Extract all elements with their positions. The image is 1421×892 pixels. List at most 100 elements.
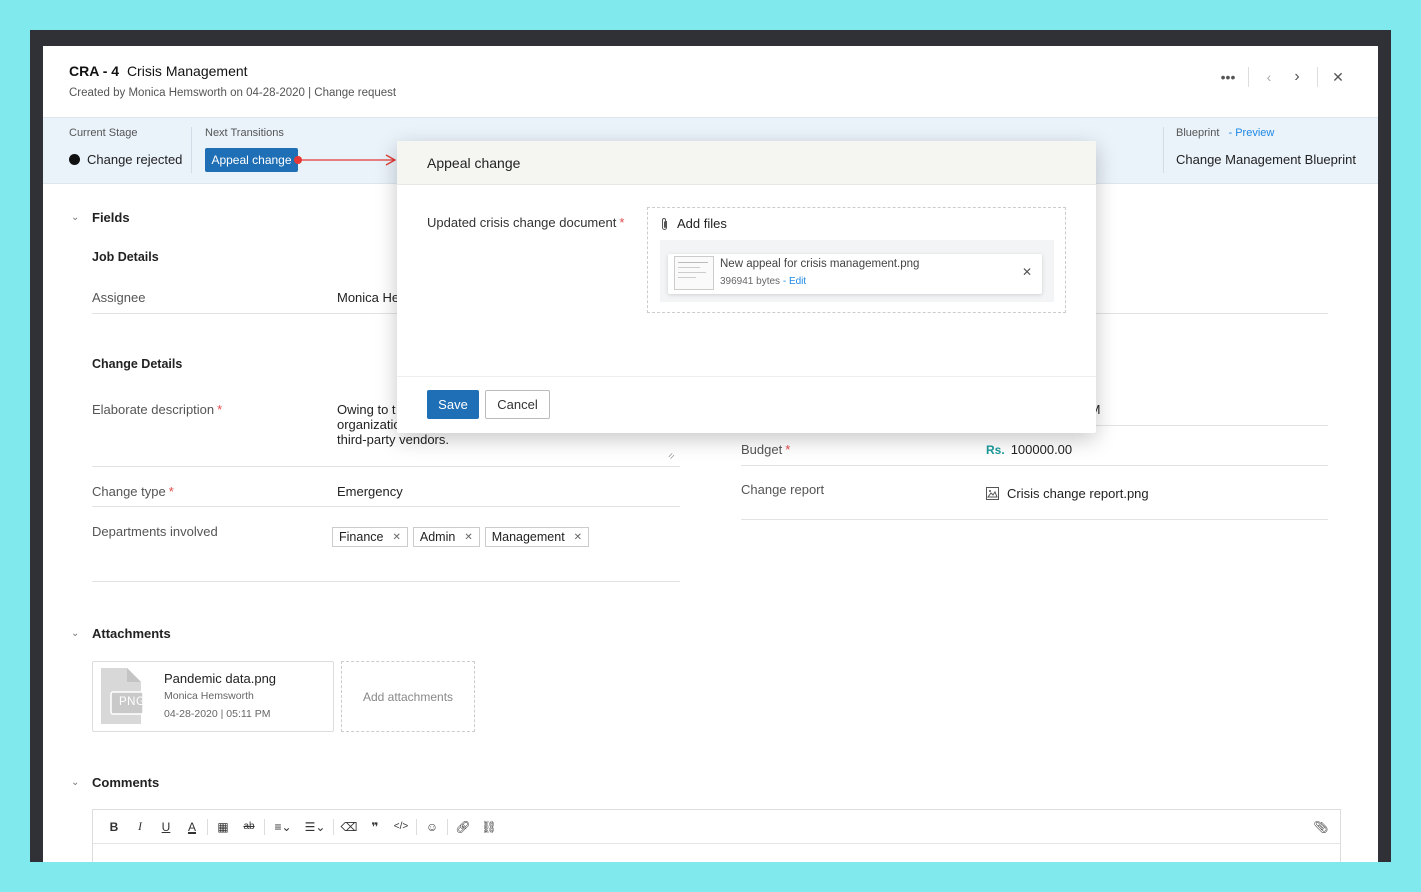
comment-editor[interactable]: B I U A ▦ ab ≡⌄ ☰⌄ ⌫ ❞ </> ☺ 🔗︎ ⛓︎ 📎︎: [92, 809, 1341, 862]
record-id: CRA - 4: [69, 63, 120, 79]
budget-value[interactable]: Rs. 100000.00: [986, 442, 1072, 457]
code-icon[interactable]: </>: [388, 814, 414, 840]
required-marker: *: [217, 402, 223, 417]
attachment-card[interactable]: PNG Pandemic data.png Monica Hemsworth 0…: [92, 661, 334, 732]
unlink-icon[interactable]: ⛓︎: [476, 814, 502, 840]
departments-tags: Finance ✕ Admin ✕ Management ✕: [332, 527, 590, 547]
add-attachments-button[interactable]: Add attachments: [341, 661, 475, 732]
uploaded-file-card[interactable]: New appeal for crisis management.png 396…: [668, 254, 1042, 294]
attach-icon[interactable]: 📎︎: [1308, 814, 1334, 840]
preview-link[interactable]: - Preview: [1228, 127, 1274, 139]
annotation-arrow: [294, 154, 397, 166]
table-icon[interactable]: ▦: [210, 814, 236, 840]
modal-header: Appeal change: [397, 141, 1096, 185]
assignee-label: Assignee: [92, 290, 146, 305]
required-marker: *: [168, 484, 174, 499]
description-label-text: Elaborate description: [92, 402, 215, 417]
document-field-label: Updated crisis change document *: [427, 215, 624, 230]
department-tag: Finance ✕: [332, 527, 408, 547]
bold-icon[interactable]: B: [101, 814, 127, 840]
divider: [92, 466, 680, 467]
underline-icon[interactable]: U: [153, 814, 179, 840]
comments-section-title: Comments: [92, 775, 160, 790]
image-file-icon: [986, 487, 999, 500]
change-report-name: Crisis change report.png: [1007, 486, 1149, 501]
font-color-icon[interactable]: A: [179, 814, 205, 840]
current-stage-text: Change rejected: [87, 152, 183, 167]
blueprint-label: Blueprint: [1176, 127, 1220, 139]
align-icon[interactable]: ≡⌄: [267, 814, 299, 840]
attachments-section-title: Attachments: [92, 626, 171, 641]
change-details-title: Change Details: [92, 357, 183, 371]
resize-handle-icon[interactable]: =: [666, 451, 678, 463]
attachment-date-text: 04-28-2020: [164, 708, 218, 720]
remove-tag-icon[interactable]: ✕: [574, 532, 582, 543]
file-drop-zone[interactable]: Add files New appeal for crisis manageme…: [647, 207, 1066, 313]
next-transitions-label: Next Transitions: [205, 127, 284, 139]
budget-amount: 100000.00: [1010, 442, 1073, 457]
list-icon[interactable]: ☰⌄: [299, 814, 331, 840]
close-icon[interactable]: ✕: [1324, 66, 1352, 88]
current-stage-label: Current Stage: [69, 127, 138, 139]
fields-section-title: Fields: [92, 210, 130, 225]
collapse-comments-icon[interactable]: ⌄: [71, 777, 79, 788]
blueprint-label-row: Blueprint - Preview: [1176, 127, 1274, 139]
stage-dot-icon: [69, 154, 80, 165]
attachment-name: Pandemic data.png: [164, 671, 277, 686]
uploaded-file-size: 396941 bytes: [720, 276, 781, 287]
description-line: third-party vendors.: [337, 432, 449, 447]
created-by-name[interactable]: Monica Hemsworth: [128, 87, 226, 99]
created-by-label: Created by: [69, 87, 126, 99]
cancel-button[interactable]: Cancel: [485, 390, 550, 419]
link-icon[interactable]: 🔗︎: [450, 814, 476, 840]
divider: [92, 506, 680, 507]
italic-icon[interactable]: I: [127, 814, 153, 840]
divider: [447, 818, 448, 835]
divider: [207, 818, 208, 835]
next-record-icon[interactable]: ›: [1283, 66, 1311, 88]
quote-icon[interactable]: ❞: [362, 814, 388, 840]
strikethrough-icon[interactable]: ab: [236, 814, 262, 840]
collapse-attachments-icon[interactable]: ⌄: [71, 628, 79, 639]
divider: [264, 818, 265, 835]
record-title: Crisis Management: [126, 63, 248, 79]
required-marker: *: [619, 215, 625, 230]
departments-label: Departments involved: [92, 524, 218, 539]
editor-toolbar: B I U A ▦ ab ≡⌄ ☰⌄ ⌫ ❞ </> ☺ 🔗︎ ⛓︎ 📎︎: [93, 810, 1340, 844]
remove-tag-icon[interactable]: ✕: [392, 532, 400, 543]
emoji-icon[interactable]: ☺: [419, 814, 445, 840]
modal-title: Appeal change: [427, 154, 521, 171]
record-meta: Created by Monica Hemsworth on 04-28-202…: [69, 87, 396, 99]
change-report-label: Change report: [741, 482, 825, 497]
change-type-value[interactable]: Emergency: [337, 484, 403, 499]
remove-file-icon[interactable]: ✕: [1022, 265, 1032, 279]
current-stage-value: Change rejected: [69, 152, 182, 167]
divider: [1163, 127, 1164, 173]
eraser-icon[interactable]: ⌫: [336, 814, 362, 840]
appeal-change-button[interactable]: Appeal change: [205, 148, 298, 172]
previous-record-icon[interactable]: ‹: [1255, 66, 1283, 88]
paperclip-icon: [662, 217, 667, 230]
divider: [741, 465, 1328, 466]
uploaded-file-name: New appeal for crisis management.png: [720, 258, 920, 270]
edit-file-link[interactable]: - Edit: [783, 276, 806, 287]
file-type-label: PNG: [119, 696, 146, 708]
record-type: | Change request: [308, 87, 397, 99]
tag-label: Admin: [419, 530, 456, 544]
add-files-button[interactable]: Add files: [660, 216, 727, 231]
change-report-file[interactable]: Crisis change report.png: [986, 486, 1149, 501]
collapse-fields-icon[interactable]: ⌄: [71, 212, 79, 223]
tag-label: Finance: [339, 530, 384, 544]
change-type-label-text: Change type: [92, 484, 166, 499]
divider: [333, 818, 334, 835]
more-options-icon[interactable]: •••: [1214, 66, 1242, 88]
document-field-label-text: Updated crisis change document: [427, 215, 617, 230]
divider: [191, 127, 192, 173]
top-actions: ••• ‹ › ✕: [1214, 66, 1352, 88]
remove-tag-icon[interactable]: ✕: [464, 532, 472, 543]
add-files-label: Add files: [677, 216, 727, 231]
department-tag: Management ✕: [484, 527, 590, 547]
change-type-label: Change type *: [92, 484, 174, 499]
assignee-value[interactable]: Monica He: [337, 290, 399, 305]
save-button[interactable]: Save: [427, 390, 479, 419]
